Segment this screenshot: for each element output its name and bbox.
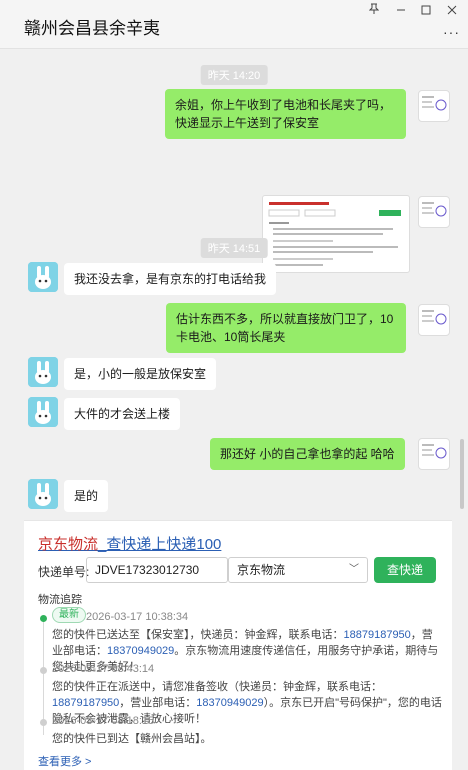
maximize-icon[interactable]	[413, 2, 439, 20]
timeline-dot	[40, 667, 47, 674]
minimize-icon[interactable]	[388, 2, 414, 20]
message-outgoing[interactable]: 估计东西不多，所以就直接放门卫了，10卡电池、10筒长尾夹	[166, 303, 406, 353]
see-more-link[interactable]: 查看更多 >	[38, 753, 91, 769]
avatar-contact[interactable]	[28, 479, 58, 509]
close-icon[interactable]	[439, 2, 465, 20]
phone-link[interactable]: 18370949029	[196, 697, 263, 709]
more-icon[interactable]: ···	[443, 24, 460, 40]
pin-icon[interactable]	[361, 2, 387, 20]
message-outgoing[interactable]: 那还好 小的自己拿也拿的起 哈哈	[210, 438, 405, 470]
message-incoming[interactable]: 我还没去拿，是有京东的打电话给我	[64, 263, 277, 295]
phone-link[interactable]: 18370949029	[107, 645, 174, 657]
avatar-contact[interactable]	[28, 397, 58, 427]
event-time: 2026-03-17 08:18:15	[52, 715, 155, 727]
message-incoming[interactable]: 是的	[64, 480, 109, 512]
tracking-header: 物流追踪	[38, 594, 82, 606]
title-bar: 赣州会昌县余辛夷 ···	[0, 0, 468, 49]
message-incoming[interactable]: 大件的才会送上楼	[64, 398, 181, 430]
phone-link[interactable]: 18879187950	[344, 629, 411, 641]
phone-link[interactable]: 18879187950	[52, 697, 119, 709]
avatar-self[interactable]	[418, 438, 450, 470]
screenshot-image[interactable]	[262, 195, 410, 273]
chevron-down-icon: ﹀	[349, 564, 359, 575]
event-description: 您的快件已到达【赣州会昌站】。	[52, 733, 212, 745]
avatar-contact[interactable]	[28, 357, 58, 387]
card-title-link[interactable]: 京东物流_查快递上快递100	[38, 533, 221, 554]
chat-area[interactable]: 昨天 14:20 余姐，你上午收到了电池和长尾夹了吗，快递显示上午送到了保安室 …	[0, 49, 468, 519]
timeline-dot	[40, 719, 47, 726]
avatar-self[interactable]	[418, 196, 450, 228]
timestamp: 昨天 14:51	[200, 238, 268, 258]
logistics-card: 京东物流_查快递上快递100 快递单号: JDVE17323012730 京东物…	[24, 520, 452, 770]
timestamp: 昨天 14:20	[200, 65, 268, 85]
latest-badge: 最新	[52, 607, 86, 623]
carrier-select[interactable]: 京东物流 ﹀	[228, 557, 368, 583]
message-incoming[interactable]: 是，小的一般是放保安室	[64, 358, 217, 390]
tracking-label: 快递单号:	[38, 565, 90, 579]
event-time: 2026-03-17 10:38:34	[86, 611, 189, 623]
event-time: 2026-03-17 08:43:14	[52, 663, 155, 675]
query-button[interactable]: 查快递	[374, 557, 436, 583]
avatar-contact[interactable]	[28, 262, 58, 292]
avatar-self[interactable]	[418, 304, 450, 336]
avatar-self[interactable]	[418, 90, 450, 122]
tracking-number-input[interactable]: JDVE17323012730	[86, 557, 228, 583]
timeline-line	[43, 617, 44, 735]
message-outgoing[interactable]: 余姐，你上午收到了电池和长尾夹了吗，快递显示上午送到了保安室	[165, 89, 406, 139]
timeline-dot	[40, 615, 47, 622]
chat-scrollbar[interactable]	[460, 439, 464, 509]
chat-title: 赣州会昌县余辛夷	[24, 19, 160, 38]
